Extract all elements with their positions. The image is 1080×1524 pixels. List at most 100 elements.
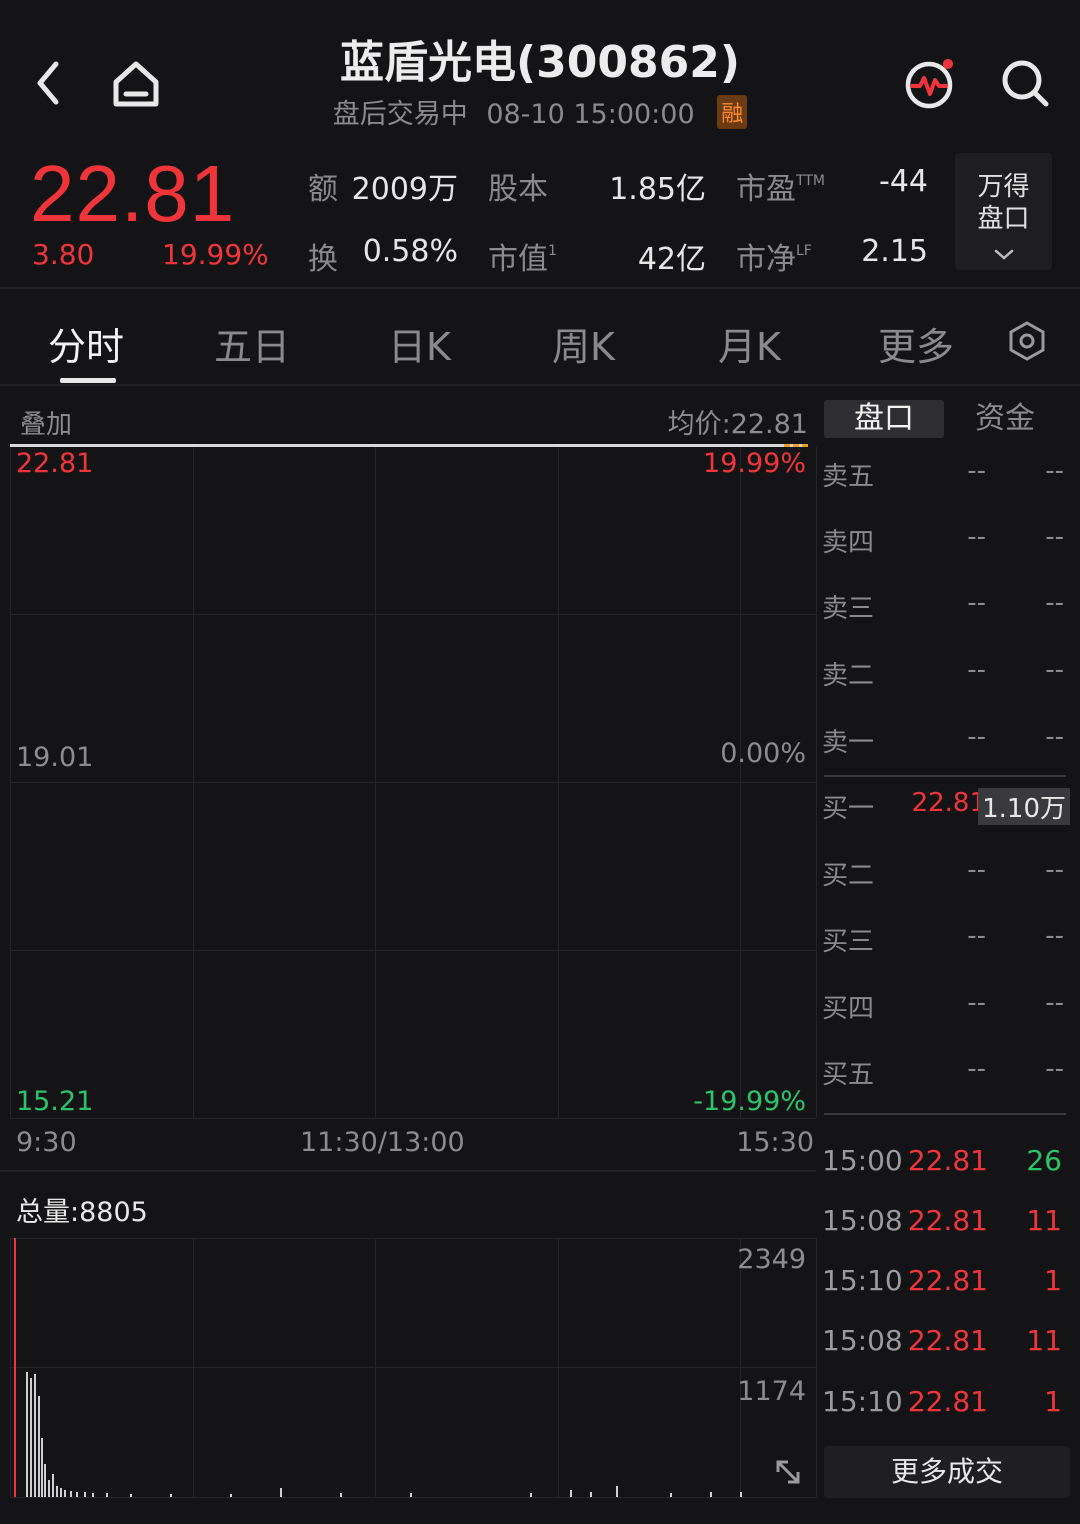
tab-orderbook[interactable]: 盘口 bbox=[824, 400, 944, 438]
last-price: 22.81 bbox=[30, 149, 236, 238]
grid-line bbox=[375, 447, 376, 1118]
wind-orderbook-button[interactable]: 万得 盘口 bbox=[955, 153, 1052, 270]
divider bbox=[0, 287, 1080, 289]
quote-datetime: 08-10 15:00:00 bbox=[486, 99, 695, 130]
bid-row: 买三 -- -- bbox=[822, 921, 1072, 961]
x-axis-end: 15:30 bbox=[736, 1127, 814, 1158]
ask-row: 卖四 -- -- bbox=[822, 522, 1072, 562]
tab-monthly-k[interactable]: 月K bbox=[718, 316, 781, 371]
bid-row: 买四 -- -- bbox=[822, 988, 1072, 1028]
ask-row: 卖三 -- -- bbox=[822, 588, 1072, 628]
tab-timeshare[interactable]: 分时 bbox=[48, 316, 124, 371]
pct-axis-bottom: -19.99% bbox=[693, 1086, 806, 1117]
divider bbox=[0, 1170, 816, 1172]
grid-line bbox=[10, 950, 816, 951]
pb-sup: LF bbox=[796, 243, 812, 259]
trade-volume: 1 bbox=[1044, 1264, 1062, 1297]
ask-price: -- bbox=[967, 522, 986, 552]
overlay-button[interactable]: 叠加 bbox=[20, 404, 72, 441]
avg-price-line bbox=[784, 444, 808, 447]
trade-time: 15:08 bbox=[822, 1204, 903, 1237]
grid-line bbox=[10, 447, 11, 1118]
ask-level-label: 卖三 bbox=[822, 594, 875, 624]
bid-row: 买二 -- -- bbox=[822, 855, 1072, 895]
trade-volume: 11 bbox=[1026, 1324, 1062, 1357]
wind-btn-line1: 万得 bbox=[977, 172, 1030, 202]
x-axis-mid: 11:30/13:00 bbox=[300, 1127, 465, 1158]
grid-line bbox=[10, 782, 816, 783]
pct-axis-mid: 0.00% bbox=[720, 738, 806, 769]
pb-label: 市净LF bbox=[736, 234, 812, 278]
trade-time: 15:00 bbox=[822, 1144, 903, 1177]
ask-row: 卖五 -- -- bbox=[822, 456, 1072, 496]
y-axis-mid: 19.01 bbox=[16, 742, 94, 773]
ask-row: 卖二 -- -- bbox=[822, 655, 1072, 695]
bid-volume: -- bbox=[1045, 921, 1064, 951]
ask-price: -- bbox=[967, 722, 986, 752]
ask-level-label: 卖一 bbox=[822, 728, 875, 758]
bid-level-label: 买二 bbox=[822, 861, 875, 891]
trade-volume: 26 bbox=[1026, 1144, 1062, 1177]
market-value-label: 市值1 bbox=[488, 234, 557, 278]
tab-more[interactable]: 更多 bbox=[878, 316, 954, 371]
pe-value: -44 bbox=[879, 164, 928, 199]
price-change: 3.80 bbox=[32, 238, 95, 271]
grid-line bbox=[740, 447, 741, 1118]
tab-weekly-k[interactable]: 周K bbox=[552, 316, 615, 371]
grid-line bbox=[10, 614, 816, 615]
ask-volume: -- bbox=[1045, 522, 1064, 552]
trade-price: 22.81 bbox=[907, 1264, 988, 1297]
ask-row: 卖一 -- -- bbox=[822, 722, 1072, 762]
avg-price-label: 均价:22.81 bbox=[667, 409, 808, 440]
ask-volume: -- bbox=[1045, 456, 1064, 486]
pe-sup: TTM bbox=[796, 173, 825, 189]
bid-price: -- bbox=[967, 1054, 986, 1084]
trade-volume: 11 bbox=[1026, 1204, 1062, 1237]
ask-volume: -- bbox=[1045, 655, 1064, 685]
grid-line bbox=[816, 447, 817, 1118]
bid-row: 买一 22.81 1.10万 bbox=[822, 788, 1072, 828]
turnover-value: 0.58% bbox=[362, 234, 458, 269]
orderbook-divider bbox=[824, 1113, 1066, 1115]
ask-volume: -- bbox=[1045, 588, 1064, 618]
pe-label-text: 市盈 bbox=[736, 172, 796, 207]
volume-bars bbox=[26, 1372, 742, 1497]
market-value-sup: 1 bbox=[548, 243, 557, 259]
bid-volume: -- bbox=[1045, 1054, 1064, 1084]
pe-label: 市盈TTM bbox=[736, 164, 825, 208]
bid-level-label: 买三 bbox=[822, 927, 875, 957]
ask-level-label: 卖二 bbox=[822, 661, 875, 691]
chart-settings-icon[interactable] bbox=[1006, 320, 1048, 362]
turnover-label: 换 bbox=[308, 242, 338, 277]
search-icon[interactable] bbox=[998, 56, 1052, 110]
grid-line bbox=[10, 1118, 816, 1119]
tab-five-day[interactable]: 五日 bbox=[214, 316, 290, 371]
pulse-monitor-icon[interactable] bbox=[902, 56, 960, 114]
y-axis-top: 22.81 bbox=[16, 448, 94, 479]
bid-level-label: 买一 bbox=[822, 794, 875, 824]
bid-price: -- bbox=[967, 855, 986, 885]
more-trades-button[interactable]: 更多成交 bbox=[824, 1446, 1070, 1498]
expand-icon[interactable] bbox=[772, 1456, 804, 1488]
trade-price: 22.81 bbox=[907, 1204, 988, 1237]
share-capital-label: 股本 bbox=[488, 172, 548, 207]
vol-axis-top: 2349 bbox=[737, 1244, 806, 1275]
market-value-value: 42亿 bbox=[637, 242, 706, 277]
orderbook-divider bbox=[824, 775, 1066, 777]
margin-badge: 融 bbox=[717, 95, 748, 129]
x-axis-start: 9:30 bbox=[16, 1127, 77, 1158]
tab-daily-k[interactable]: 日K bbox=[388, 316, 451, 371]
trade-price: 22.81 bbox=[907, 1144, 988, 1177]
active-tab-indicator bbox=[60, 378, 116, 383]
pb-value: 2.15 bbox=[861, 234, 928, 269]
bid-row: 买五 -- -- bbox=[822, 1054, 1072, 1094]
trading-status: 盘后交易中 bbox=[332, 99, 468, 130]
trade-time: 15:08 bbox=[822, 1324, 903, 1357]
vol-axis-mid: 1174 bbox=[737, 1376, 806, 1407]
chevron-down-icon bbox=[955, 237, 1052, 269]
pct-axis-top: 19.99% bbox=[703, 448, 806, 479]
price-change-pct: 19.99% bbox=[162, 238, 269, 271]
tab-capital-flow[interactable]: 资金 bbox=[944, 400, 1066, 438]
ask-level-label: 卖五 bbox=[822, 462, 875, 492]
bid-volume: -- bbox=[1045, 988, 1064, 1018]
